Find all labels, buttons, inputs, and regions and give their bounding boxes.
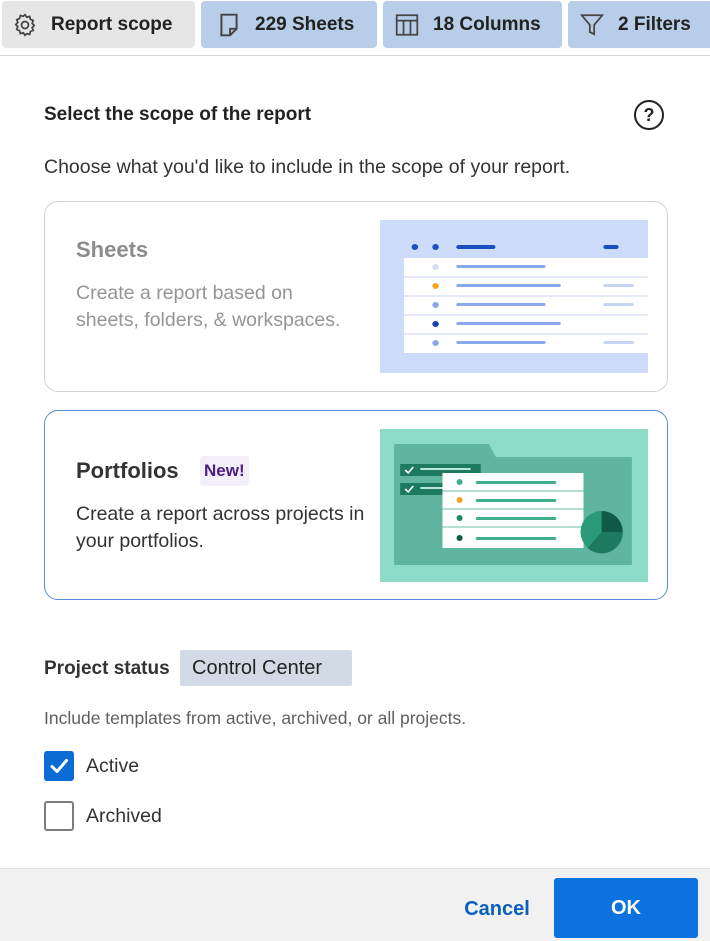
tab-label: 2 Filters — [618, 13, 691, 35]
tab-label: 18 Columns — [433, 13, 541, 35]
new-badge: New! — [200, 456, 249, 486]
archived-checkbox-row[interactable]: Archived — [44, 801, 162, 831]
control-center-chip[interactable]: Control Center — [180, 650, 352, 686]
card-description: Create a report across projects in your … — [76, 503, 365, 552]
sheets-illustration — [380, 220, 648, 373]
active-checkbox-row[interactable]: Active — [44, 751, 139, 781]
card-title: Portfolios — [76, 458, 179, 483]
tab-columns[interactable]: 18 Columns — [383, 1, 562, 48]
ok-button[interactable]: OK — [554, 878, 698, 938]
tab-bar: Report scope 229 Sheets 18 Columns 2 Fil… — [0, 0, 710, 56]
tab-report-scope[interactable]: Report scope — [2, 1, 195, 48]
portfolios-illustration — [380, 429, 648, 582]
project-status-help: Include templates from active, archived,… — [44, 708, 467, 728]
dialog-footer: Cancel OK — [0, 868, 710, 941]
columns-icon — [393, 11, 421, 39]
card-title: Sheets — [76, 237, 149, 262]
checkbox-label: Active — [86, 754, 140, 777]
card-description: Create a report based on sheets, folders… — [76, 282, 341, 331]
scope-card-portfolios[interactable]: Portfolios New! Create a report across p… — [44, 410, 668, 600]
scope-card-sheets[interactable]: Sheets Create a report based on sheets, … — [44, 201, 668, 392]
filter-icon — [578, 11, 606, 39]
active-checkbox[interactable] — [44, 751, 74, 781]
page-subtitle: Choose what you'd like to include in the… — [44, 156, 571, 178]
tab-filters[interactable]: 2 Filters — [568, 1, 710, 48]
sheet-icon — [215, 11, 243, 39]
gear-icon — [11, 11, 39, 39]
checkbox-label: Archived — [86, 804, 162, 827]
tab-label: 229 Sheets — [255, 13, 355, 35]
page-title: Select the scope of the report — [44, 104, 312, 125]
archived-checkbox[interactable] — [44, 801, 74, 831]
tab-sheets[interactable]: 229 Sheets — [201, 1, 377, 48]
cancel-button[interactable]: Cancel — [444, 879, 550, 939]
tab-label: Report scope — [51, 13, 173, 35]
help-icon[interactable]: ? — [634, 100, 664, 130]
project-status-label: Project status — [44, 658, 170, 679]
checkmark-icon — [50, 759, 68, 773]
